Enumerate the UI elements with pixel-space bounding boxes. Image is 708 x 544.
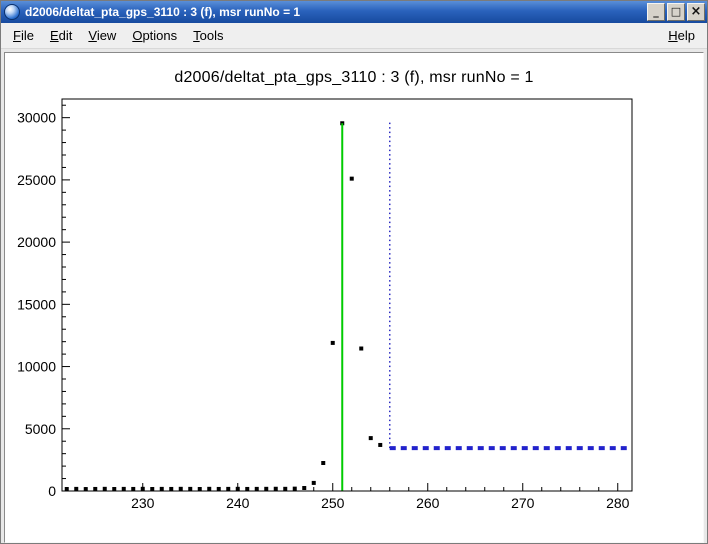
menu-item-view-accel: V [88,28,96,43]
data-point [207,487,211,491]
data-point [245,487,249,491]
maximize-button[interactable]: □ [667,3,685,21]
data-point [293,487,297,491]
x-tick-label: 260 [416,495,440,511]
data-point [74,487,78,491]
main-window: d2006/deltat_pta_gps_3110 : 3 (f), msr r… [0,0,708,544]
y-tick-label: 15000 [17,296,56,312]
menu-item-help-accel: H [668,28,677,43]
data-point [179,487,183,491]
data-point [131,487,135,491]
menu-item-file[interactable]: File [5,24,42,47]
data-point [283,487,287,491]
minimize-icon: _ [653,5,659,18]
x-tick-label: 250 [321,495,345,511]
menu-item-options[interactable]: Options [124,24,185,47]
data-point [350,177,354,181]
title-bar[interactable]: d2006/deltat_pta_gps_3110 : 3 (f), msr r… [1,1,707,23]
plot-frame [62,99,632,491]
menu-item-edit-accel: E [50,28,59,43]
data-point [255,487,259,491]
data-point [93,487,97,491]
window-title: d2006/deltat_pta_gps_3110 : 3 (f), msr r… [25,5,645,19]
data-point [359,347,363,351]
menu-bar: File Edit View Options Tools Help [1,23,707,49]
chart-title: d2006/deltat_pta_gps_3110 : 3 (f), msr r… [5,53,703,89]
menu-item-file-label: ile [21,28,34,43]
y-tick-label: 5000 [25,421,56,437]
root-canvas[interactable]: d2006/deltat_pta_gps_3110 : 3 (f), msr r… [4,52,704,543]
menu-item-options-accel: O [132,28,142,43]
data-point [188,487,192,491]
data-point [226,487,230,491]
y-tick-label: 10000 [17,359,56,375]
menu-item-file-accel: F [13,28,21,43]
data-point [160,487,164,491]
menu-item-edit-label: dit [59,28,73,43]
x-tick-label: 280 [606,495,630,511]
menu-item-options-label: ptions [142,28,177,43]
menu-item-tools-label: ools [200,28,224,43]
data-point [103,487,107,491]
menu-item-tools[interactable]: Tools [185,24,231,47]
x-tick-label: 270 [511,495,535,511]
data-point [369,436,373,440]
data-point [378,443,382,447]
menu-item-view[interactable]: View [80,24,124,47]
menu-item-view-label: iew [97,28,117,43]
y-tick-label: 20000 [17,234,56,250]
data-point [302,486,306,490]
y-tick-label: 25000 [17,172,56,188]
y-tick-label: 30000 [17,110,56,126]
data-point [84,487,88,491]
data-point [150,487,154,491]
app-icon [4,4,20,20]
data-point [65,487,69,491]
menu-item-help[interactable]: Help [660,24,703,47]
content-frame: d2006/deltat_pta_gps_3110 : 3 (f), msr r… [1,49,707,544]
data-point [321,461,325,465]
minimize-button[interactable]: _ [647,3,665,21]
menu-item-help-label: elp [678,28,695,43]
data-point [312,481,316,485]
data-point [274,487,278,491]
x-tick-label: 230 [131,495,155,511]
data-point [198,487,202,491]
data-point [141,487,145,491]
data-point [331,341,335,345]
data-point [264,487,268,491]
menu-item-edit[interactable]: Edit [42,24,80,47]
data-point [112,487,116,491]
close-icon: × [691,4,702,19]
close-button[interactable]: × [687,3,705,21]
data-point [236,487,240,491]
data-point [217,487,221,491]
y-tick-label: 0 [48,483,56,499]
chart-canvas[interactable]: 230 240 250 260 270 280 0 5000 10000 15000 20000 25… [5,89,703,537]
x-tick-label: 240 [226,495,250,511]
maximize-icon: □ [671,5,681,18]
data-point [169,487,173,491]
data-point [122,487,126,491]
